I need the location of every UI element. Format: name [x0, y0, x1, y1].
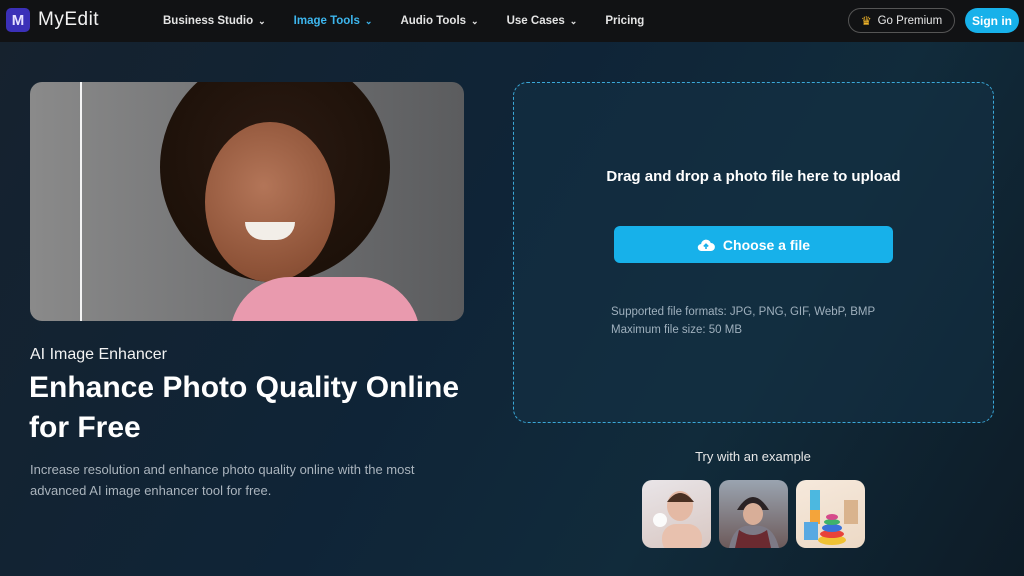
top-nav: M MyEdit Business Studio ⌄ Image Tools ⌄ A…: [0, 0, 1024, 42]
example-image-toys[interactable]: [796, 480, 865, 548]
hero-image-shirt: [230, 277, 420, 321]
supported-formats: Supported file formats: JPG, PNG, GIF, W…: [611, 306, 876, 318]
nav-label: Image Tools: [293, 15, 360, 27]
cloud-upload-icon: [697, 238, 715, 252]
go-premium-label: Go Premium: [877, 14, 943, 27]
nav-image-tools[interactable]: Image Tools ⌄: [294, 15, 373, 27]
go-premium-button[interactable]: ♛ Go Premium: [848, 8, 955, 33]
nav-label: Audio Tools: [400, 15, 467, 27]
logo-icon: M: [6, 8, 30, 32]
examples-label: Try with an example: [695, 449, 811, 464]
example-image-winter[interactable]: [719, 480, 788, 548]
nav-label: Use Cases: [506, 15, 565, 27]
nav-label: Pricing: [605, 15, 645, 27]
comparison-slider-handle[interactable]: [80, 82, 82, 321]
chevron-down-icon: ⌄: [364, 15, 373, 26]
upload-dropzone[interactable]: Drag and drop a photo file here to uploa…: [513, 82, 994, 423]
nav-use-cases[interactable]: Use Cases ⌄: [507, 15, 578, 27]
hero-image: [30, 82, 464, 321]
nav-label: Business Studio: [163, 15, 254, 27]
example-image-skincare[interactable]: [642, 480, 711, 548]
nav-pricing[interactable]: Pricing: [605, 15, 644, 27]
sign-in-button[interactable]: Sign in: [965, 8, 1019, 33]
hero-image-face: [205, 122, 335, 282]
logo[interactable]: M MyEdit: [6, 8, 99, 32]
upload-info: Supported file formats: JPG, PNG, GIF, W…: [611, 303, 875, 339]
choose-file-label: Choose a file: [722, 236, 811, 253]
max-file-size: Maximum file size: 50 MB: [611, 324, 743, 336]
nav-audio-tools[interactable]: Audio Tools ⌄: [400, 15, 478, 27]
hero-description: Increase resolution and enhance photo qu…: [30, 462, 415, 498]
chevron-down-icon: ⌄: [569, 15, 578, 26]
chevron-down-icon: ⌄: [258, 15, 266, 26]
dropzone-text: Drag and drop a photo file here to uploa…: [606, 168, 901, 185]
example-images: [642, 480, 873, 548]
logo-text: MyEdit: [38, 9, 100, 30]
crown-icon: ♛: [860, 13, 872, 28]
chevron-down-icon: ⌄: [471, 15, 479, 26]
page-title: Enhance Photo Quality Online for Free: [29, 371, 460, 444]
main-menu: Business Studio ⌄ Image Tools ⌄ Audio Tool…: [163, 0, 672, 42]
nav-business-studio[interactable]: Business Studio ⌄: [163, 15, 266, 27]
hero-subtitle: AI Image Enhancer: [30, 346, 167, 363]
choose-file-button[interactable]: Choose a file: [614, 226, 893, 263]
